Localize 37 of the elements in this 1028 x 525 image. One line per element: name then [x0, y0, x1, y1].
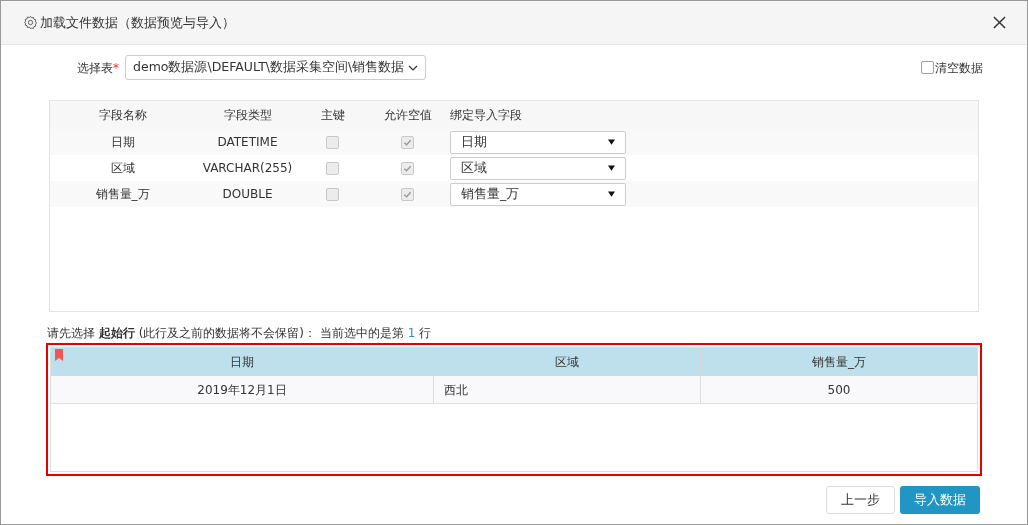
- dropdown-arrow-icon: [608, 139, 615, 145]
- close-icon: [992, 16, 1006, 29]
- table-cell-text: 2019年12月1日: [196, 381, 288, 399]
- dialog-title: 加载文件数据（数据预览与导入）: [40, 13, 235, 32]
- column-header: 日期: [229, 354, 255, 371]
- column-header: 允许空值: [382, 107, 433, 124]
- chevron-down-icon: [408, 64, 419, 71]
- table-select[interactable]: demo数据源\DEFAULT\数据采集空间\销售数据: [125, 55, 427, 80]
- column-header: 绑定导入字段: [450, 107, 523, 124]
- table-select-label: 选择表: [77, 59, 113, 77]
- back-button[interactable]: 上一步: [826, 486, 895, 514]
- dropdown-arrow-icon: [608, 191, 615, 197]
- column-header: 字段类型: [222, 107, 273, 124]
- dropdown-arrow-icon: [608, 165, 615, 171]
- table-cell: 500: [700, 376, 977, 403]
- check-icon: [403, 137, 412, 147]
- table-cell-text: 区域: [109, 160, 136, 177]
- clear-data-checkbox[interactable]: 清空数据: [921, 58, 983, 77]
- table-cell-text: DOUBLE: [221, 186, 274, 203]
- binding-select[interactable]: 日期: [450, 130, 626, 154]
- hint-text: 请先选择 起始行 (此行及之前的数据将不会保留)： 当前选中的是第 1 行: [47, 325, 433, 342]
- bookmark-icon: [55, 349, 63, 361]
- close-button[interactable]: [991, 14, 1007, 31]
- gear-icon: [23, 15, 38, 30]
- table-cell-text: 日期: [109, 134, 136, 151]
- check-icon: [403, 163, 412, 173]
- table-cell-text: 销售量_万: [94, 186, 151, 203]
- binding-select[interactable]: 销售量_万: [450, 182, 626, 206]
- required-mark: *: [113, 59, 119, 77]
- table-cell-text: DATETIME: [216, 134, 279, 151]
- column-header: 主键: [319, 107, 346, 124]
- table-cell-text: VARCHAR(255): [201, 160, 294, 177]
- column-header: 字段名称: [97, 107, 148, 124]
- checkbox-square[interactable]: [921, 61, 934, 74]
- check-icon: [403, 189, 412, 199]
- binding-select[interactable]: 区域: [450, 156, 626, 180]
- table-cell: 西北: [433, 376, 700, 403]
